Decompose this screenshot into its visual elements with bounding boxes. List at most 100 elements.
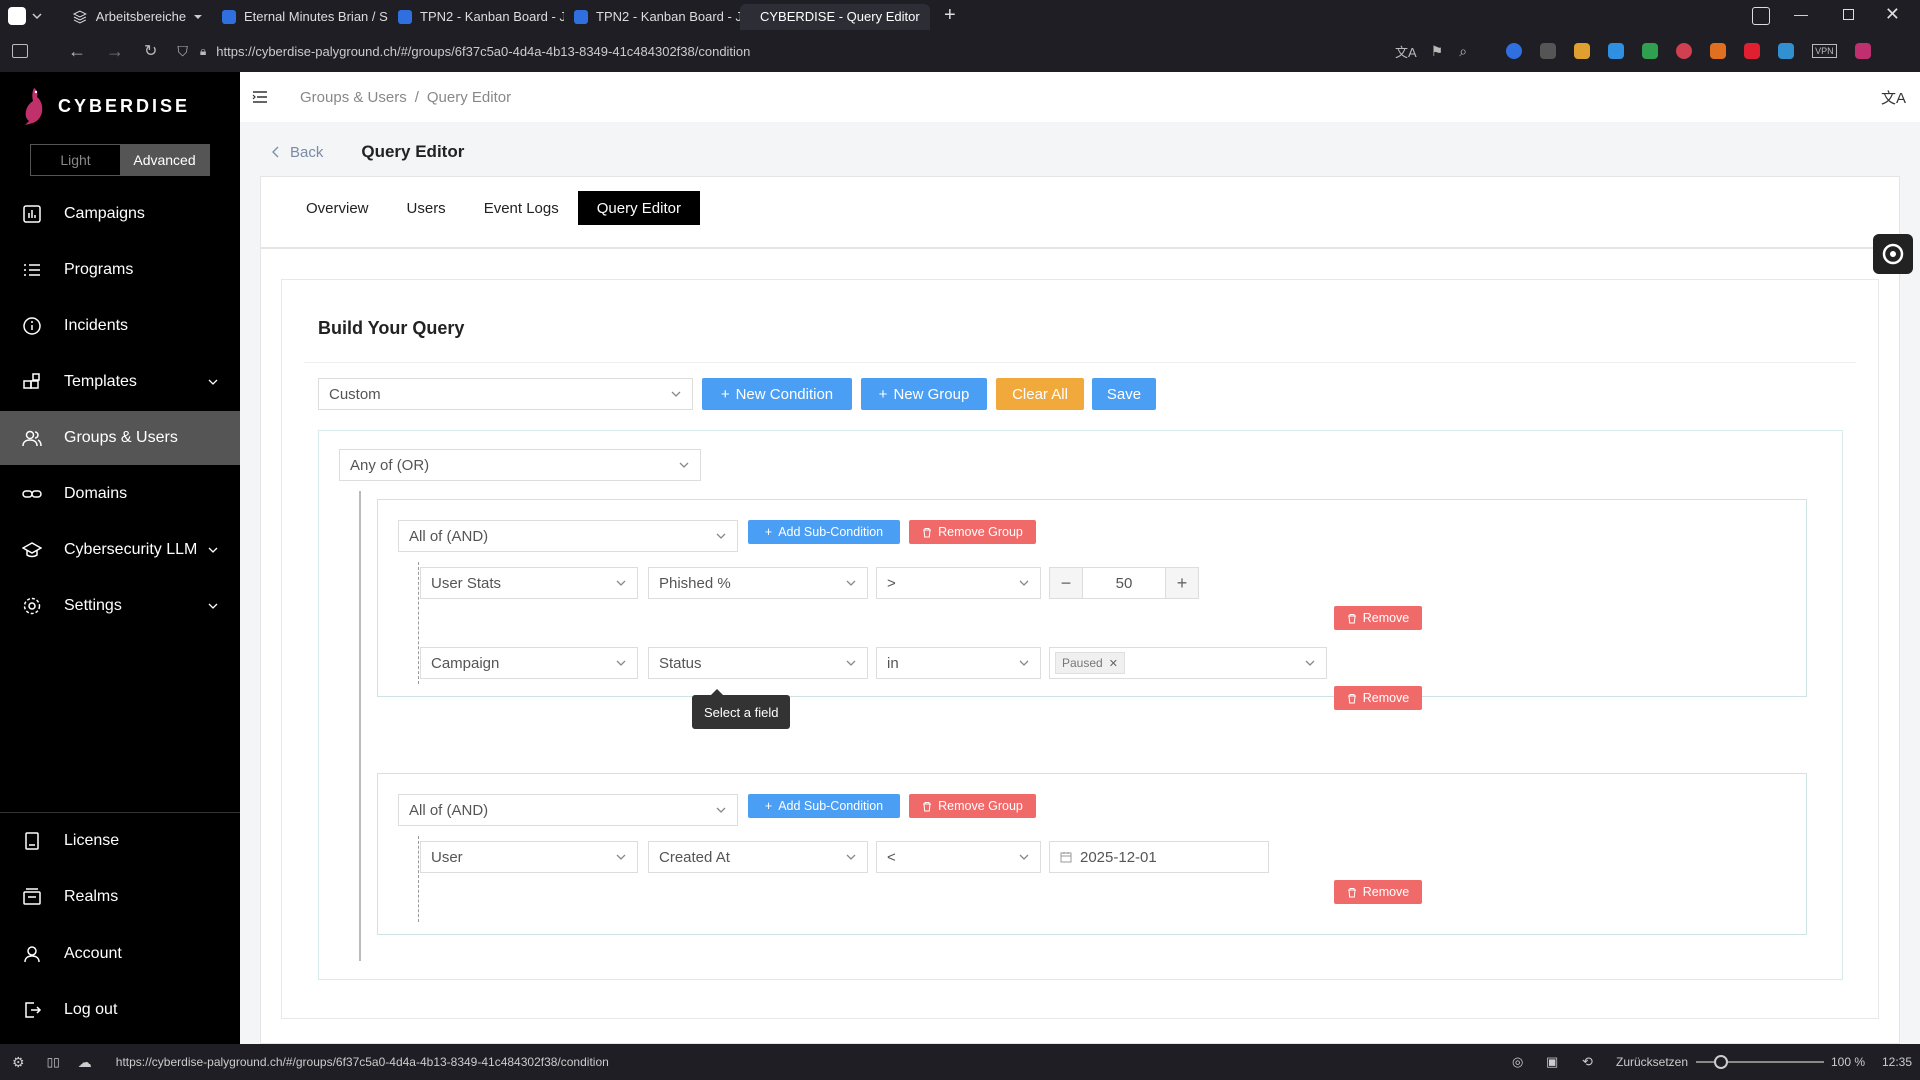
field-select[interactable]: Created At [648, 841, 868, 873]
sidebar-item-settings[interactable]: Settings [0, 579, 240, 633]
graduation-icon [22, 542, 42, 558]
operator-select[interactable]: < [876, 841, 1041, 873]
browser-tab-active[interactable]: CYBERDISE - Query Editor [740, 3, 930, 30]
cloud-icon[interactable]: ☁ [78, 1054, 92, 1071]
sidebar-item-logout[interactable]: Log out [0, 983, 240, 1037]
floating-widget-button[interactable] [1873, 234, 1913, 274]
remove-group-button[interactable]: Remove Group [909, 794, 1036, 818]
drive-icon[interactable] [1642, 43, 1659, 59]
browser-tab[interactable]: Eternal Minutes Brian / Seb [212, 4, 388, 30]
bar-chart-icon [23, 205, 41, 223]
breadcrumb-groups-users[interactable]: Groups & Users [300, 89, 407, 106]
entity-select[interactable]: Campaign [420, 647, 638, 679]
entity-select[interactable]: User [420, 841, 638, 873]
tiling-icon[interactable]: ▣ [1546, 1054, 1558, 1070]
sidebar-item-cybersecurity-llm[interactable]: Cybersecurity LLM [0, 523, 240, 577]
operator-select[interactable]: in [876, 647, 1041, 679]
number-input[interactable]: 50 [1082, 568, 1166, 598]
new-condition-button[interactable]: + New Condition [702, 378, 852, 410]
group-operator-select[interactable]: All of (AND) [398, 794, 738, 826]
increment-button[interactable]: + [1166, 568, 1198, 598]
vpn-icon[interactable]: VPN [1812, 44, 1837, 58]
extension-icon[interactable] [1744, 43, 1761, 59]
back-arrow-icon[interactable]: ← [68, 41, 86, 62]
panel-icon[interactable] [12, 44, 28, 58]
extension-icon[interactable] [1676, 43, 1693, 59]
menu-icon[interactable] [252, 90, 268, 104]
tab-event-logs[interactable]: Event Logs [465, 191, 578, 225]
button-label: Save [1106, 385, 1142, 403]
page-actions-icon[interactable]: ⟲ [1582, 1054, 1593, 1070]
url-input[interactable]: https://cyberdise-palyground.ch/#/groups… [216, 44, 1316, 59]
field-select[interactable]: Status [648, 647, 868, 679]
root-operator-select[interactable]: Any of (OR) [339, 449, 701, 481]
extension-icon[interactable] [1854, 43, 1871, 59]
add-sub-condition-button[interactable]: + Add Sub-Condition [748, 520, 900, 544]
password-manager-icon[interactable] [1506, 43, 1523, 59]
brand-logo[interactable]: CYBERDISE [20, 86, 190, 126]
sidebar-item-incidents[interactable]: Incidents [0, 299, 240, 353]
clear-all-button[interactable]: Clear All [996, 378, 1084, 410]
sidebar-item-account[interactable]: Account [0, 927, 240, 981]
tab-overview[interactable]: Overview [287, 191, 388, 225]
extension-icon[interactable] [1574, 43, 1591, 59]
extension-icon[interactable] [1540, 43, 1557, 59]
minimize-icon[interactable]: — [1794, 6, 1808, 22]
sidebar-item-groups-users[interactable]: Groups & Users [0, 411, 240, 465]
extension-icon[interactable] [1710, 43, 1727, 59]
field-select[interactable]: Phished % [648, 567, 868, 599]
language-icon[interactable]: 文A [1881, 87, 1906, 108]
new-tab-icon[interactable]: + [944, 4, 956, 27]
sidebar-item-programs[interactable]: Programs [0, 243, 240, 297]
decrement-button[interactable]: − [1050, 568, 1082, 598]
sidebar-item-domains[interactable]: Domains [0, 467, 240, 521]
tab-query-editor[interactable]: Query Editor [577, 191, 700, 225]
group-operator-select[interactable]: All of (AND) [398, 520, 738, 552]
browser-tab[interactable]: TPN2 - Kanban Board - Jira [388, 4, 564, 30]
close-icon[interactable]: ✕ [1109, 657, 1118, 670]
panels-icon[interactable]: ▯▯ [47, 1055, 60, 1069]
restore-icon[interactable] [1843, 9, 1854, 20]
remove-condition-button[interactable]: Remove [1334, 606, 1422, 630]
mode-advanced-button[interactable]: Advanced [120, 145, 209, 175]
translate-icon[interactable]: 文A [1395, 42, 1417, 61]
sidebar-item-label: Realms [64, 888, 119, 905]
sidebar-item-license[interactable]: License [0, 814, 240, 868]
sidebar-item-campaigns[interactable]: Campaigns [0, 187, 240, 241]
new-group-button[interactable]: + New Group [861, 378, 987, 410]
bookmark-icon[interactable]: ⚑ [1431, 43, 1444, 60]
zoom-reset-label[interactable]: Zurücksetzen [1616, 1055, 1688, 1069]
group-operator-value: All of (AND) [409, 527, 489, 545]
preset-select[interactable]: Custom [318, 378, 693, 410]
search-icon[interactable]: ⌕ [1459, 43, 1467, 60]
extension-icon[interactable] [1778, 43, 1795, 59]
sidebar-item-realms[interactable]: Realms [0, 870, 240, 924]
add-sub-condition-button[interactable]: + Add Sub-Condition [748, 794, 900, 818]
mail-icon[interactable] [1752, 7, 1770, 25]
entity-select[interactable]: User Stats [420, 567, 638, 599]
sidebar-item-templates[interactable]: Templates [0, 355, 240, 409]
mode-light-button[interactable]: Light [31, 145, 120, 175]
browser-chrome: Arbeitsbereiche Eternal Minutes Brian / … [0, 0, 1920, 72]
operator-select[interactable]: > [876, 567, 1041, 599]
browser-tab[interactable]: TPN2 - Kanban Board - Jira [564, 4, 740, 30]
capture-icon[interactable]: ◎ [1512, 1054, 1523, 1070]
zoom-slider-handle[interactable] [1714, 1055, 1728, 1069]
settings-icon[interactable]: ⚙ [12, 1054, 25, 1071]
close-icon[interactable]: ✕ [1885, 4, 1900, 25]
save-button[interactable]: Save [1092, 378, 1156, 410]
forward-arrow-icon[interactable]: → [106, 41, 124, 62]
remove-condition-button[interactable]: Remove [1334, 686, 1422, 710]
remove-condition-button[interactable]: Remove [1334, 880, 1422, 904]
chevron-down-icon[interactable] [32, 11, 42, 21]
remove-group-button[interactable]: Remove Group [909, 520, 1036, 544]
extension-icon[interactable] [1608, 43, 1625, 59]
back-button[interactable]: Back [272, 144, 323, 161]
tab-users[interactable]: Users [388, 191, 465, 225]
chevron-down-icon [208, 603, 218, 609]
date-input[interactable]: 2025-12-01 [1049, 841, 1269, 873]
browser-tab-workspaces[interactable]: Arbeitsbereiche [62, 4, 212, 30]
shield-icon[interactable]: ⛉ [177, 43, 188, 60]
reload-icon[interactable]: ↻ [144, 41, 157, 61]
vivaldi-icon[interactable] [8, 6, 26, 25]
